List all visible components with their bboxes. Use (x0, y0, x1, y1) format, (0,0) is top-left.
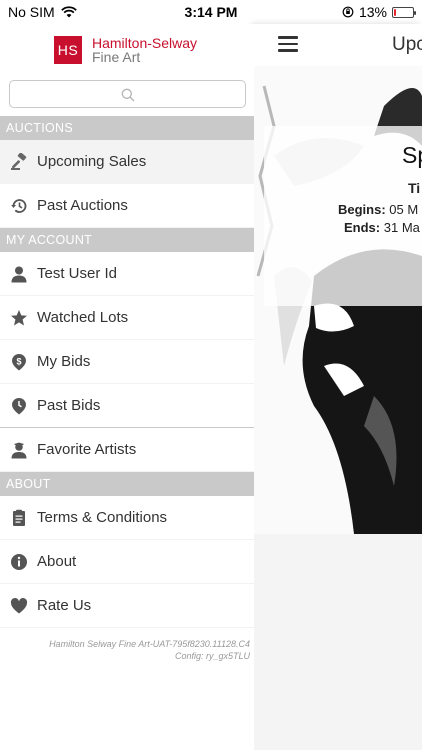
menu-item-user[interactable]: Test User Id (0, 252, 254, 296)
menu-item-my-bids[interactable]: $ My Bids (0, 340, 254, 384)
build-info: Hamilton Selway Fine Art-UAT-795f8230.11… (0, 628, 254, 662)
status-right: 13% (342, 4, 416, 20)
build-version: Hamilton Selway Fine Art-UAT-795f8230.11… (49, 639, 250, 649)
sale-title: Sp (402, 142, 422, 168)
info-icon (9, 552, 29, 572)
side-menu: HS Hamilton-Selway Fine Art AUCTIONS Upc… (0, 24, 254, 750)
orientation-lock-icon (342, 6, 354, 18)
logo-icon: HS (54, 36, 82, 64)
dollar-pin-icon: $ (9, 352, 29, 372)
menu-label: Past Bids (37, 397, 101, 414)
search-icon (121, 88, 134, 102)
hamburger-menu-icon[interactable] (278, 36, 298, 52)
menu-label: My Bids (37, 353, 91, 370)
menu-item-past-bids[interactable]: Past Bids (0, 384, 254, 428)
top-navigation-bar: Upc (254, 24, 422, 66)
menu-label: Favorite Artists (37, 441, 137, 458)
menu-label: Terms & Conditions (37, 509, 168, 526)
brand-header: HS Hamilton-Selway Fine Art (0, 24, 254, 76)
menu-item-rate-us[interactable]: Rate Us (0, 584, 254, 628)
clock-pin-icon (9, 396, 29, 416)
ends-value: 31 Ma (383, 220, 420, 235)
status-bar: No SIM 3:14 PM 13% (0, 0, 422, 24)
section-header-my-account: MY ACCOUNT (0, 228, 254, 252)
begins-value: 05 M (389, 202, 419, 217)
sale-subtitle: Ti (408, 180, 421, 196)
section-header-auctions: AUCTIONS (0, 116, 254, 140)
brand-subtitle: Fine Art (92, 49, 141, 65)
menu-item-terms[interactable]: Terms & Conditions (0, 496, 254, 540)
menu-label: Past Auctions (37, 197, 128, 214)
menu-label: Rate Us (37, 597, 92, 614)
brand-name: Hamilton-Selway (92, 35, 198, 51)
history-icon (9, 196, 29, 216)
menu-item-about[interactable]: About (0, 540, 254, 584)
document-icon (9, 508, 29, 528)
ends-label: Ends: (344, 220, 381, 235)
brand-text: Hamilton-Selway Fine Art (92, 36, 197, 64)
sale-ends: Ends: 31 Ma (344, 220, 420, 235)
gavel-icon (9, 152, 29, 172)
menu-label: Test User Id (37, 265, 118, 282)
battery-fill (394, 8, 396, 16)
sale-card[interactable] (254, 66, 422, 534)
heart-icon (9, 596, 29, 616)
nav-title: Upc (392, 34, 422, 55)
menu-label: Upcoming Sales (37, 153, 147, 170)
sale-begins: Begins: 05 M (338, 202, 418, 217)
menu-item-favorite-artists[interactable]: Favorite Artists (0, 428, 254, 472)
menu-item-watched-lots[interactable]: Watched Lots (0, 296, 254, 340)
app-root: { "status": {"carrier": "No SIM", "time"… (0, 0, 422, 750)
search-field[interactable] (9, 80, 246, 108)
section-header-about: ABOUT (0, 472, 254, 496)
build-config: Config: ry_gx5TLU (174, 651, 250, 661)
menu-item-upcoming-sales[interactable]: Upcoming Sales (0, 140, 254, 184)
main-content: Upc Sp Ti Begins: 05 M Ends: 31 Ma (254, 24, 422, 750)
search-container (0, 76, 254, 116)
menu-label: About (37, 553, 77, 570)
star-icon (9, 308, 29, 328)
menu-item-past-auctions[interactable]: Past Auctions (0, 184, 254, 228)
artist-icon (9, 440, 29, 460)
svg-text:$: $ (16, 356, 21, 366)
user-icon (9, 264, 29, 284)
begins-label: Begins: (338, 202, 386, 217)
battery-percent: 13% (358, 4, 387, 20)
menu-label: Watched Lots (37, 309, 129, 326)
battery-icon (392, 6, 416, 18)
